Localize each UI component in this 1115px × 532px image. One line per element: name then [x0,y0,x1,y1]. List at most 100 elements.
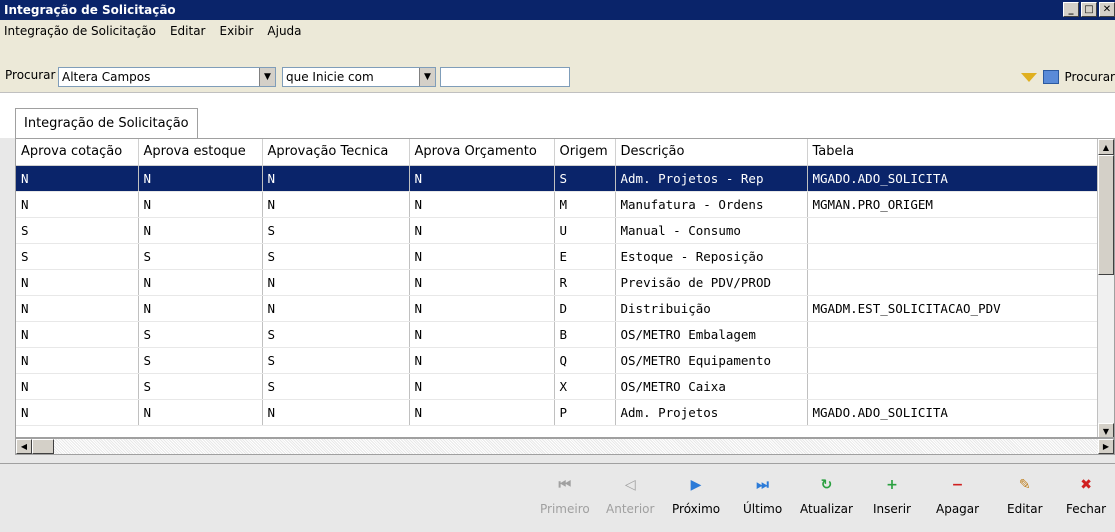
close-window-button[interactable]: ✕ [1099,2,1115,17]
search-mode-select[interactable]: que Inicie com ▼ [282,67,436,87]
scroll-up-icon[interactable]: ▲ [1098,139,1114,155]
insert-button[interactable]: + Inserir [873,476,911,516]
table-cell[interactable]: N [138,165,263,192]
vertical-scrollbar[interactable]: ▲ ▼ [1097,139,1114,437]
table-cell[interactable]: B [554,321,616,348]
table-cell[interactable]: R [554,269,616,296]
column-header[interactable]: Aprova cotação [16,139,139,166]
close-button[interactable]: ✖ Fechar [1066,476,1106,516]
table-cell[interactable]: OS/METRO Caixa [615,373,808,400]
menu-ajuda[interactable]: Ajuda [267,24,301,38]
column-header[interactable]: Aprova Orçamento [409,139,555,166]
table-cell[interactable]: Q [554,347,616,374]
table-cell[interactable]: N [16,191,139,218]
table-cell[interactable]: N [16,321,139,348]
previous-button[interactable]: ◁ Anterior [606,476,654,516]
table-cell[interactable]: Adm. Projetos - Rep [615,165,808,192]
filter-icon[interactable] [1020,72,1037,82]
table-cell[interactable]: N [16,399,139,426]
table-cell[interactable]: N [16,373,139,400]
chevron-down-icon[interactable]: ▼ [419,68,435,86]
table-cell[interactable]: S [138,373,263,400]
table-cell[interactable]: N [138,295,263,322]
table-cell[interactable]: E [554,243,616,270]
table-cell[interactable]: N [262,191,410,218]
table-cell[interactable]: P [554,399,616,426]
column-header[interactable]: Tabela [807,139,1100,166]
table-cell[interactable]: D [554,295,616,322]
table-row[interactable]: N N N N D Distribuição MGADM.EST_SOLICITACAO_P… [16,295,1100,322]
menu-editar[interactable]: Editar [170,24,206,38]
table-cell[interactable]: MGADO.ADO_SOLICITA [807,165,1100,192]
table-row[interactable]: N S S N X OS/METRO Caixa [16,373,1100,400]
table-cell[interactable]: N [16,295,139,322]
table-cell[interactable] [807,217,1100,244]
menu-exibir[interactable]: Exibir [220,24,254,38]
scroll-right-icon[interactable]: ▶ [1098,439,1114,454]
search-input[interactable] [440,67,570,87]
table-cell[interactable]: Estoque - Reposição [615,243,808,270]
table-cell[interactable]: N [262,165,410,192]
table-cell[interactable]: S [138,243,263,270]
minimize-button[interactable]: _ [1063,2,1079,17]
table-cell[interactable]: S [262,217,410,244]
table-cell[interactable]: N [138,399,263,426]
table-cell[interactable]: S [138,321,263,348]
column-header[interactable]: Aprovação Tecnica [262,139,410,166]
table-cell[interactable]: N [138,217,263,244]
table-cell[interactable] [807,347,1100,374]
table-cell[interactable]: Previsão de PDV/PROD [615,269,808,296]
table-cell[interactable] [807,269,1100,296]
table-cell[interactable] [807,243,1100,270]
table-cell[interactable] [807,373,1100,400]
table-row[interactable]: N N N N P Adm. Projetos MGADO.ADO_SOLICITA [16,399,1100,426]
maximize-button[interactable]: □ [1081,2,1097,17]
table-row[interactable]: N S S N Q OS/METRO Equipamento [16,347,1100,374]
table-cell[interactable]: N [409,217,555,244]
table-row[interactable]: N N N N R Previsão de PDV/PROD [16,269,1100,296]
table-row[interactable]: N S S N B OS/METRO Embalagem [16,321,1100,348]
table-cell[interactable]: N [262,399,410,426]
table-cell[interactable]: N [409,373,555,400]
menu-integracao[interactable]: Integração de Solicitação [4,24,156,38]
table-cell[interactable]: S [16,217,139,244]
table-row[interactable]: N N N N M Manufatura - Ordens MGMAN.PRO_ORIGEM [16,191,1100,218]
column-header[interactable]: Origem [554,139,616,166]
table-cell[interactable]: N [16,347,139,374]
table-cell[interactable]: Distribuição [615,295,808,322]
table-cell[interactable]: MGADO.ADO_SOLICITA [807,399,1100,426]
table-cell[interactable]: N [409,165,555,192]
next-button[interactable]: ▶ Próximo [672,476,720,516]
search-button[interactable]: Procurar [1020,70,1115,84]
table-cell[interactable]: S [262,373,410,400]
table-cell[interactable]: N [409,269,555,296]
table-row[interactable]: S N S N U Manual - Consumo [16,217,1100,244]
table-cell[interactable] [807,321,1100,348]
last-button[interactable]: ⏭ Último [743,476,782,516]
tab-integracao[interactable]: Integração de Solicitação [15,108,198,138]
hscroll-thumb[interactable] [32,439,54,454]
table-cell[interactable]: OS/METRO Equipamento [615,347,808,374]
table-cell[interactable]: S [16,243,139,270]
table-cell[interactable]: N [409,399,555,426]
table-row[interactable]: S S S N E Estoque - Reposição [16,243,1100,270]
first-button[interactable]: ⏮ Primeiro [540,476,590,516]
scroll-thumb[interactable] [1098,155,1114,275]
table-cell[interactable]: OS/METRO Embalagem [615,321,808,348]
table-cell[interactable]: U [554,217,616,244]
table-cell[interactable]: N [409,243,555,270]
table-cell[interactable]: MGMAN.PRO_ORIGEM [807,191,1100,218]
table-cell[interactable]: S [138,347,263,374]
table-cell[interactable]: Adm. Projetos [615,399,808,426]
column-header[interactable]: Aprova estoque [138,139,263,166]
table-cell[interactable]: MGADM.EST_SOLICITACAO_PDV [807,295,1100,322]
scroll-down-icon[interactable]: ▼ [1098,423,1114,437]
table-cell[interactable]: N [16,165,139,192]
table-cell[interactable]: S [554,165,616,192]
search-field-select[interactable]: Altera Campos ▼ [58,67,276,87]
delete-button[interactable]: − Apagar [936,476,979,516]
refresh-button[interactable]: ↻ Atualizar [800,476,853,516]
table-row[interactable]: N N N N S Adm. Projetos - Rep MGADO.ADO_SOLICI… [16,165,1100,192]
table-cell[interactable]: S [262,243,410,270]
table-cell[interactable]: N [262,269,410,296]
